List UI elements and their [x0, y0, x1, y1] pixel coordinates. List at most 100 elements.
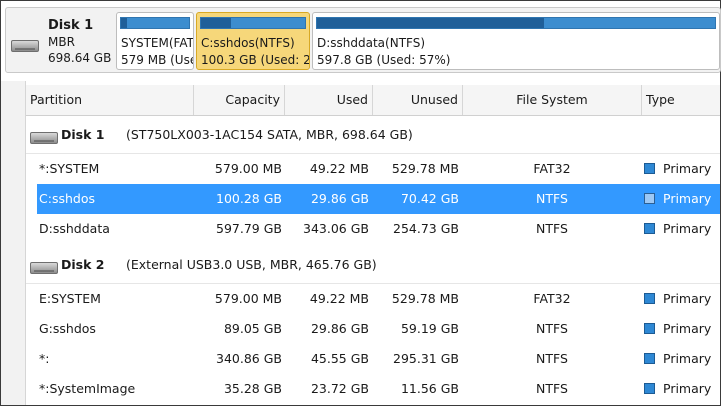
- cell-capacity: 100.28 GB: [216, 191, 282, 206]
- cell-partition: C:sshdos: [39, 191, 95, 206]
- cell-used: 49.22 MB: [309, 161, 369, 176]
- partition-block-label: D:sshddata(NTFS): [317, 36, 426, 50]
- column-header-unused[interactable]: Unused: [373, 85, 463, 115]
- cell-unused: 254.73 GB: [393, 221, 459, 236]
- cell-used: 23.72 GB: [310, 381, 369, 396]
- cell-capacity: 579.00 MB: [214, 291, 282, 306]
- table-row[interactable]: G:sshdos 89.05 GB 29.86 GB 59.19 GB NTFS…: [37, 314, 720, 344]
- table-row[interactable]: *: 340.86 GB 45.55 GB 295.31 GB NTFS Pri…: [37, 344, 720, 374]
- type-label: Primary: [663, 191, 712, 206]
- column-header-type[interactable]: Type: [642, 85, 720, 115]
- type-label: Primary: [663, 291, 712, 306]
- cell-file-system: FAT32: [533, 161, 571, 176]
- usage-bar-fill: [201, 18, 232, 28]
- usage-bar: [316, 17, 716, 29]
- cell-capacity: 35.28 GB: [223, 381, 282, 396]
- cell-partition: G:sshdos: [39, 321, 96, 336]
- table-row[interactable]: *:SYSTEM 579.00 MB 49.22 MB 529.78 MB FA…: [37, 154, 720, 184]
- table-row[interactable]: D:sshddata 597.79 GB 343.06 GB 254.73 GB…: [37, 214, 720, 244]
- type-label: Primary: [663, 161, 712, 176]
- cell-partition: D:sshddata: [39, 221, 110, 236]
- partition-block-system[interactable]: SYSTEM(FAT32) 579 MB (Used: 8%): [116, 12, 194, 70]
- partition-block-label: C:sshdos(NTFS): [201, 36, 295, 50]
- cell-file-system: NTFS: [536, 221, 568, 236]
- cell-used: 343.06 GB: [303, 221, 369, 236]
- partition-block-size: 579 MB (Used: 8%): [121, 53, 193, 67]
- type-label: Primary: [663, 351, 712, 366]
- disk-group-description: (ST750LX003-1AC154 SATA, MBR, 698.64 GB): [126, 127, 413, 142]
- table-row[interactable]: E:SYSTEM 579.00 MB 49.22 MB 529.78 MB FA…: [37, 284, 720, 314]
- disk-group-description: (External USB3.0 USB, MBR, 465.76 GB): [126, 257, 377, 272]
- usage-bar: [120, 17, 190, 29]
- partition-block-c[interactable]: C:sshdos(NTFS) 100.3 GB (Used: 29%): [196, 12, 310, 70]
- list-gutter: [1, 81, 26, 405]
- cell-partition: *:SystemImage: [39, 381, 136, 396]
- disk-1-group-header[interactable]: Disk 1 (ST750LX003-1AC154 SATA, MBR, 698…: [26, 127, 716, 147]
- cell-type: Primary: [644, 284, 720, 314]
- primary-partition-icon: [644, 223, 655, 234]
- column-header-capacity[interactable]: Capacity: [194, 85, 285, 115]
- disk-group-name: Disk 1: [61, 127, 105, 142]
- disk-size: 698.64 GB: [48, 51, 112, 65]
- partition-list: Partition Capacity Used Unused File Syst…: [1, 81, 720, 405]
- primary-partition-icon: [644, 383, 655, 394]
- table-row-selected[interactable]: C:sshdos 100.28 GB 29.86 GB 70.42 GB NTF…: [37, 184, 720, 214]
- primary-partition-icon: [644, 293, 655, 304]
- cell-capacity: 340.86 GB: [216, 351, 282, 366]
- usage-bar-fill: [121, 18, 127, 28]
- disk-partition-style: MBR: [48, 35, 75, 49]
- hard-disk-icon: [30, 132, 58, 144]
- hard-disk-icon: [30, 262, 58, 274]
- cell-capacity: 597.79 GB: [216, 221, 282, 236]
- usage-bar-fill: [317, 18, 544, 28]
- partition-block-label: SYSTEM(FAT32): [121, 36, 194, 50]
- cell-unused: 70.42 GB: [400, 191, 459, 206]
- cell-unused: 11.56 GB: [400, 381, 459, 396]
- cell-file-system: NTFS: [536, 191, 568, 206]
- cell-type: Primary: [644, 344, 720, 374]
- cell-capacity: 89.05 GB: [223, 321, 282, 336]
- cell-used: 29.86 GB: [310, 321, 369, 336]
- partition-block-d[interactable]: D:sshddata(NTFS) 597.8 GB (Used: 57%): [312, 12, 720, 70]
- cell-file-system: NTFS: [536, 321, 568, 336]
- table-row[interactable]: *:SystemImage 35.28 GB 23.72 GB 11.56 GB…: [37, 374, 720, 404]
- cell-file-system: FAT32: [533, 291, 571, 306]
- column-header-partition[interactable]: Partition: [26, 85, 194, 115]
- cell-type: Primary: [644, 214, 720, 244]
- disk-2-group-header[interactable]: Disk 2 (External USB3.0 USB, MBR, 465.76…: [26, 257, 716, 277]
- cell-capacity: 579.00 MB: [214, 161, 282, 176]
- type-label: Primary: [663, 321, 712, 336]
- hard-disk-icon: [11, 40, 39, 52]
- cell-type: Primary: [644, 154, 720, 184]
- cell-type: Primary: [644, 374, 720, 404]
- cell-partition: *:SYSTEM: [39, 161, 100, 176]
- cell-used: 45.55 GB: [310, 351, 369, 366]
- cell-unused: 295.31 GB: [393, 351, 459, 366]
- primary-partition-icon: [644, 163, 655, 174]
- cell-partition: *:: [39, 351, 50, 366]
- partition-block-size: 597.8 GB (Used: 57%): [317, 53, 451, 67]
- column-header-used[interactable]: Used: [285, 85, 373, 115]
- list-header: Partition Capacity Used Unused File Syst…: [26, 85, 720, 116]
- disk-name: Disk 1: [48, 18, 94, 33]
- type-label: Primary: [663, 221, 712, 236]
- cell-used: 49.22 MB: [309, 291, 369, 306]
- cell-unused: 529.78 MB: [391, 161, 459, 176]
- partition-block-size: 100.3 GB (Used: 29%): [201, 53, 310, 67]
- disk-group-name: Disk 2: [61, 257, 105, 272]
- column-header-file-system[interactable]: File System: [463, 85, 642, 115]
- disk-map: Disk 1 MBR 698.64 GB SYSTEM(FAT32) 579 M…: [5, 7, 721, 73]
- primary-partition-icon: [644, 353, 655, 364]
- cell-unused: 59.19 GB: [400, 321, 459, 336]
- cell-type: Primary: [644, 184, 720, 214]
- cell-file-system: NTFS: [536, 351, 568, 366]
- type-label: Primary: [663, 381, 712, 396]
- cell-file-system: NTFS: [536, 381, 568, 396]
- cell-type: Primary: [644, 314, 720, 344]
- cell-unused: 529.78 MB: [391, 291, 459, 306]
- cell-used: 29.86 GB: [310, 191, 369, 206]
- partition-manager-window: Disk 1 MBR 698.64 GB SYSTEM(FAT32) 579 M…: [0, 0, 721, 406]
- disk-1-card[interactable]: Disk 1 MBR 698.64 GB: [8, 10, 112, 70]
- usage-bar: [200, 17, 306, 29]
- primary-partition-icon: [644, 323, 655, 334]
